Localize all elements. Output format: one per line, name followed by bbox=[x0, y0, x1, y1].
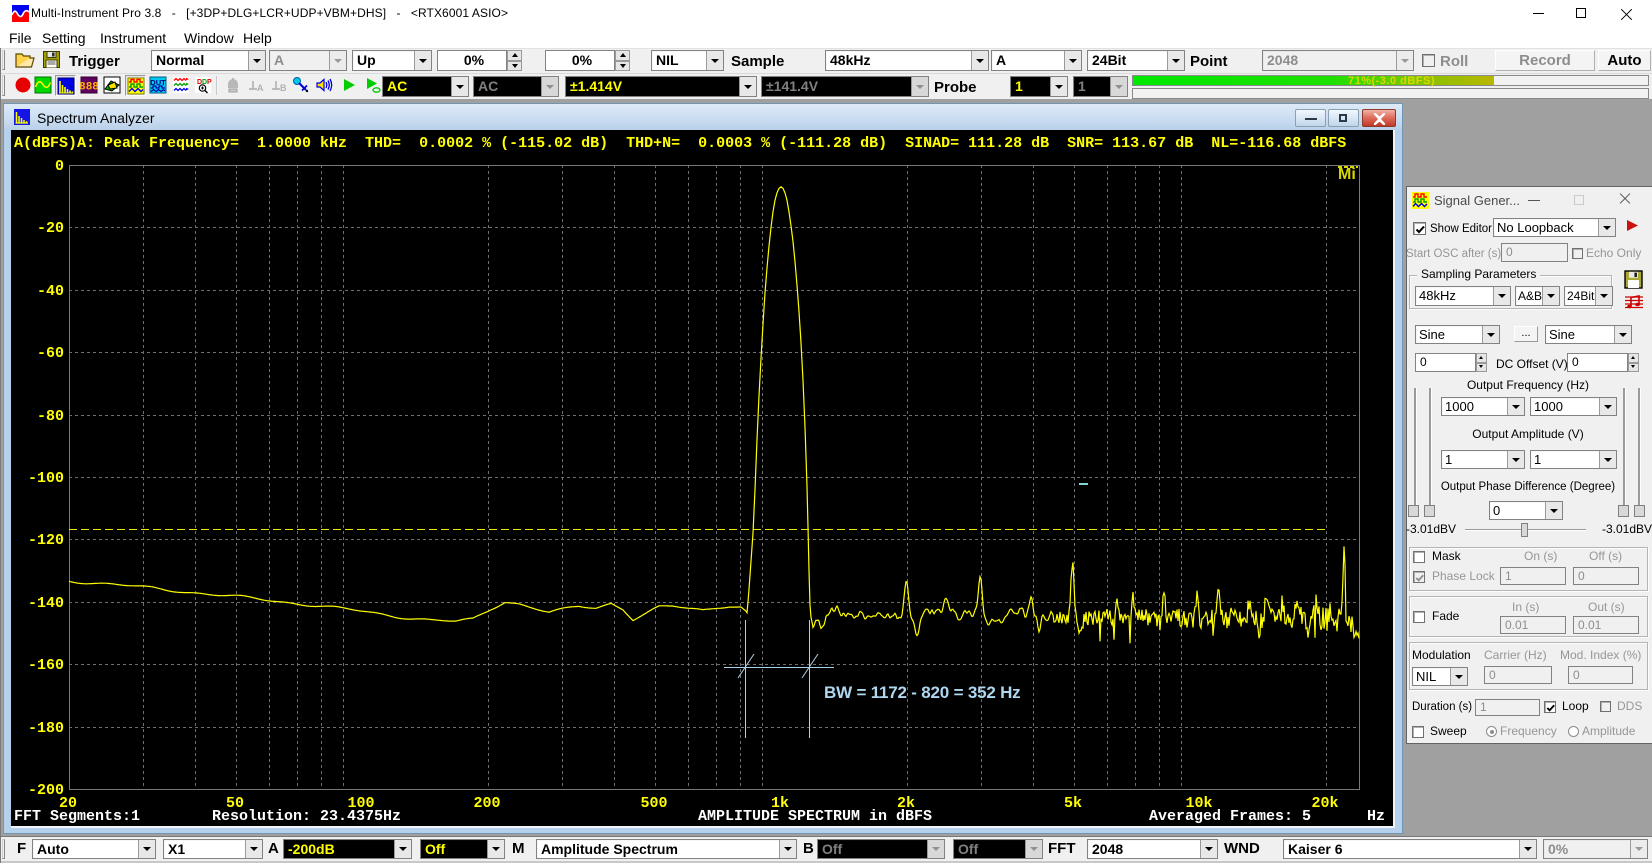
svg-text:-60: -60 bbox=[37, 345, 64, 362]
svg-text:500: 500 bbox=[640, 795, 667, 812]
svg-text:-100: -100 bbox=[28, 470, 64, 487]
svg-text:A(dBFS)A: Peak Frequency= 1.0: A(dBFS)A: Peak Frequency= 1.0000 kHz THD… bbox=[14, 135, 1346, 152]
svg-text:20k: 20k bbox=[1311, 795, 1338, 812]
svg-text:-40: -40 bbox=[37, 283, 64, 300]
svg-text:888: 888 bbox=[80, 82, 98, 94]
svg-text:-180: -180 bbox=[28, 720, 64, 737]
svg-text:Averaged Frames: 5: Averaged Frames: 5 bbox=[1149, 808, 1311, 825]
svg-text:Resolution: 23.4375Hz: Resolution: 23.4375Hz bbox=[212, 808, 401, 825]
svg-text:Hz: Hz bbox=[1367, 808, 1385, 825]
svg-text:FFT Segments:1: FFT Segments:1 bbox=[14, 808, 140, 825]
svg-text:-20: -20 bbox=[37, 220, 64, 237]
svg-text:-160: -160 bbox=[28, 657, 64, 674]
svg-text:200: 200 bbox=[473, 795, 500, 812]
svg-text:-120: -120 bbox=[28, 532, 64, 549]
svg-text:0: 0 bbox=[55, 158, 64, 175]
svg-text:A: A bbox=[257, 83, 264, 93]
svg-text:5k: 5k bbox=[1064, 795, 1082, 812]
svg-text:Mi: Mi bbox=[1338, 166, 1356, 183]
svg-text:AMPLITUDE SPECTRUM in dBFS: AMPLITUDE SPECTRUM in dBFS bbox=[698, 808, 932, 825]
svg-text:-80: -80 bbox=[37, 408, 64, 425]
svg-text:B: B bbox=[280, 83, 287, 93]
svg-text:P: P bbox=[207, 79, 212, 86]
svg-text:BW = 1172 - 820 = 352 Hz: BW = 1172 - 820 = 352 Hz bbox=[824, 683, 1021, 702]
svg-text:-140: -140 bbox=[28, 595, 64, 612]
